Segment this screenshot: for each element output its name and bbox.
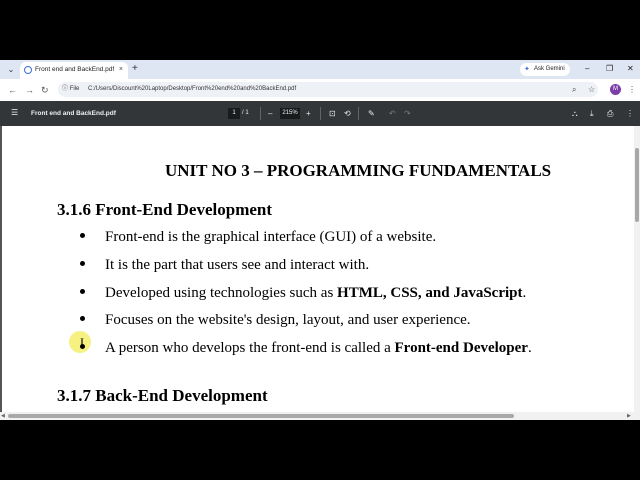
list-item: Front-end is the graphical interface (GU… <box>80 227 620 247</box>
zoom-input[interactable]: 215% <box>280 108 300 119</box>
list-item: It is the part that users see and intera… <box>80 255 620 275</box>
scheme-label: File <box>69 86 80 92</box>
list-item: Focuses on the website's design, layout,… <box>80 310 620 330</box>
page-total: / 1 <box>242 110 249 116</box>
vertical-scrollbar[interactable] <box>634 126 640 420</box>
section-heading-back-end: 3.1.7 Back-End Development <box>57 386 268 405</box>
scroll-right-icon[interactable]: ▶ <box>627 413 631 419</box>
forward-button[interactable]: → <box>25 84 34 96</box>
tab-pdf[interactable]: Front end and BackEnd.pdf × <box>20 62 128 79</box>
bullet-icon <box>80 289 85 294</box>
list-item-text: A person who develops the front-end is c… <box>105 338 532 358</box>
ask-gemini-label: Ask Gemini <box>534 66 565 72</box>
tab-title: Front end and BackEnd.pdf <box>35 66 115 73</box>
site-info-chip[interactable]: ⓘ File <box>62 84 79 95</box>
list-item: Developed using technologies such as HTM… <box>80 283 620 303</box>
reload-button[interactable]: ↻ <box>41 84 49 96</box>
section-heading-front-end: 3.1.6 Front-End Development <box>57 200 273 219</box>
text-cursor-icon: I <box>80 335 84 349</box>
list-item-text: Front-end is the graphical interface (GU… <box>105 229 437 245</box>
horizontal-scrollbar[interactable]: ◀ ▶ <box>0 412 634 420</box>
pdf-title: Front end and BackEnd.pdf <box>31 110 116 117</box>
new-tab-button[interactable]: + <box>132 63 138 75</box>
hamburger-icon[interactable]: ☰ <box>11 108 18 118</box>
zoom-in-button[interactable]: + <box>306 107 311 120</box>
letterbox-top <box>0 0 640 60</box>
zoom-lens-icon[interactable]: ⌕ <box>572 84 576 96</box>
zoom-out-button[interactable]: – <box>268 107 272 120</box>
list-item-text: It is the part that users see and intera… <box>105 257 370 273</box>
tab-search-button[interactable]: ⌄ <box>4 63 18 76</box>
toolbar-divider <box>260 107 261 120</box>
annotate-icon[interactable]: ✎ <box>368 107 375 120</box>
vertical-scroll-thumb[interactable] <box>635 148 639 222</box>
text-plain: A person who develops the front-end is c… <box>105 340 395 356</box>
tab-strip: ⌄ Front end and BackEnd.pdf × + ✦ Ask Ge… <box>0 60 640 79</box>
rotate-icon[interactable]: ⟲ <box>344 107 351 120</box>
ask-gemini-button[interactable]: ✦ Ask Gemini <box>520 63 570 76</box>
pdf-toolbar: ☰ Front end and BackEnd.pdf 1 / 1 – 215%… <box>0 101 640 126</box>
list-item-text: Developed using technologies such as HTM… <box>105 283 526 303</box>
profile-avatar[interactable]: M <box>610 84 621 95</box>
gemini-star-icon: ✦ <box>524 66 530 73</box>
browser-window: ⌄ Front end and BackEnd.pdf × + ✦ Ask Ge… <box>0 60 640 420</box>
pdf-viewer[interactable]: UNIT NO 3 – PROGRAMMING FUNDAMENTALS 3.1… <box>0 126 640 420</box>
text-plain: Developed using technologies such as <box>105 285 338 301</box>
restore-button[interactable]: ❐ <box>606 63 613 75</box>
redo-icon[interactable]: ↷ <box>404 107 411 120</box>
close-window-button[interactable]: ✕ <box>627 63 634 75</box>
toolbar-divider <box>358 107 359 120</box>
bullet-icon <box>80 316 85 321</box>
fit-page-icon[interactable]: ⊡ <box>329 107 336 120</box>
pdf-page: UNIT NO 3 – PROGRAMMING FUNDAMENTALS 3.1… <box>2 126 634 412</box>
unit-title: UNIT NO 3 – PROGRAMMING FUNDAMENTALS <box>165 161 552 180</box>
bullet-icon <box>80 261 85 266</box>
star-icon[interactable]: ☆ <box>588 84 595 96</box>
text-plain: . <box>527 340 532 356</box>
tab-close-button[interactable]: × <box>119 65 123 75</box>
list-item-text: Focuses on the website's design, layout,… <box>105 312 471 328</box>
page-number-input[interactable]: 1 <box>228 108 240 119</box>
bullet-icon <box>80 233 85 238</box>
drive-save-icon[interactable]: ⛬ <box>572 107 578 120</box>
url-text[interactable]: C:/Users/Discount%20Laptop/Desktop/Front… <box>88 84 296 95</box>
download-icon[interactable]: ⤓ <box>590 107 594 120</box>
letterbox-bottom <box>0 420 640 480</box>
toolbar-divider <box>320 107 321 120</box>
text-bold: Front-end Developer <box>394 340 528 356</box>
horizontal-scroll-thumb[interactable] <box>8 414 514 418</box>
list-item: A person who develops the front-end is c… <box>80 338 620 358</box>
browser-menu-icon[interactable]: ⋮ <box>628 84 636 96</box>
text-plain: . <box>522 285 527 301</box>
navigation-bar: ← → ↻ ⓘ File C:/Users/Discount%20Laptop/… <box>0 79 640 101</box>
scroll-left-icon[interactable]: ◀ <box>1 413 5 419</box>
pdf-favicon-icon <box>24 66 32 74</box>
info-icon: ⓘ <box>62 86 69 92</box>
minimize-button[interactable]: – <box>585 63 589 75</box>
text-bold: HTML, CSS, and JavaScript <box>337 285 523 301</box>
more-icon[interactable]: ⋮ <box>626 107 634 120</box>
undo-icon[interactable]: ↶ <box>389 107 396 120</box>
address-bar[interactable]: ⓘ File C:/Users/Discount%20Laptop/Deskto… <box>58 82 598 97</box>
back-button[interactable]: ← <box>8 84 17 96</box>
print-icon[interactable]: ⎙ <box>607 107 613 120</box>
